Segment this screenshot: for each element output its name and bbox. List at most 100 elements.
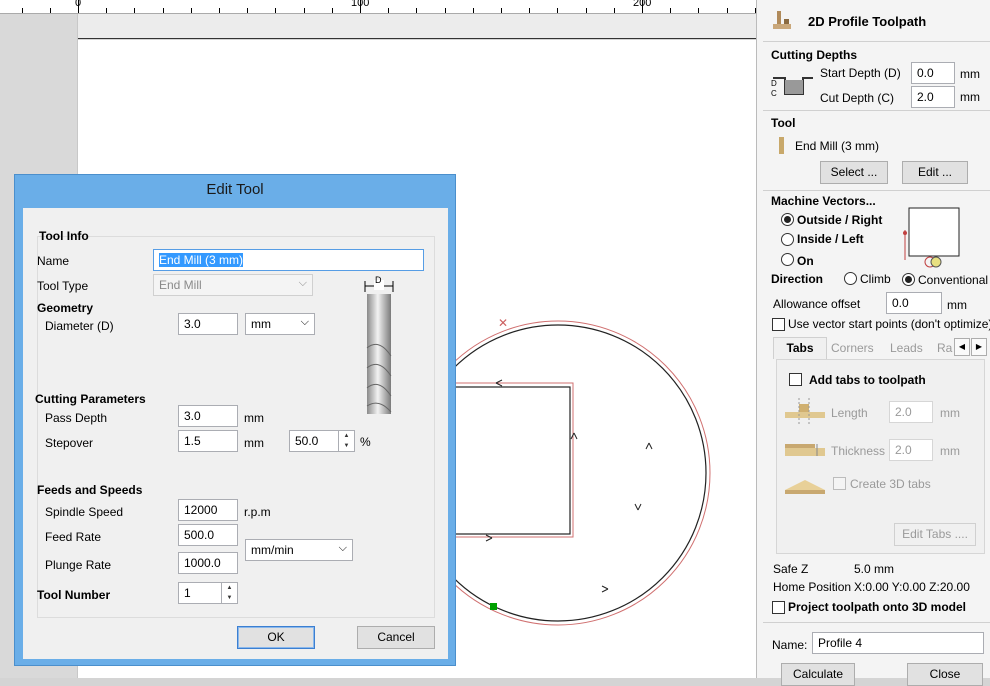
outside-right-label: Outside / Right — [797, 213, 883, 227]
plunge-rate-input[interactable]: 1000.0 — [178, 552, 238, 574]
divider — [763, 190, 990, 191]
climb-radio[interactable] — [844, 272, 857, 285]
tool-number-spinner[interactable]: ▲ ▼ — [221, 583, 237, 603]
chevron-down-icon: ⌵ — [300, 316, 309, 328]
cancel-button[interactable]: Cancel — [357, 626, 435, 649]
tool-number-input[interactable]: 1 ▲ ▼ — [178, 582, 238, 604]
project-toolpath-checkbox[interactable] — [772, 601, 785, 614]
pass-depth-input[interactable]: 3.0 — [178, 405, 238, 427]
ruler-tick — [529, 8, 530, 13]
tabs-tab-pane: Add tabs to toolpath Length 2.0 mm Thick… — [776, 359, 985, 554]
feed-rate-input[interactable]: 500.0 — [178, 524, 238, 546]
rate-units-select[interactable]: mm/min ⌵ — [245, 539, 353, 561]
ruler-tick — [22, 8, 23, 13]
add-tabs-label: Add tabs to toolpath — [809, 373, 926, 387]
cutting-depths-heading: Cutting Depths — [771, 48, 857, 62]
inside-left-radio[interactable] — [781, 233, 794, 246]
edit-tabs-button[interactable]: Edit Tabs .... — [894, 523, 976, 546]
svg-text:D: D — [771, 79, 777, 88]
ruler-tick — [106, 8, 107, 13]
divider — [763, 110, 990, 111]
cut-depth-units: mm — [960, 90, 980, 104]
ruler-tick — [191, 8, 192, 13]
horizontal-ruler: 0 100 200 — [0, 0, 756, 14]
end-mill-small-icon — [779, 137, 784, 154]
on-radio[interactable] — [781, 253, 794, 266]
start-point-marker — [490, 603, 497, 610]
tab-tabs[interactable]: Tabs — [773, 337, 827, 359]
inside-left-label: Inside / Left — [797, 232, 864, 246]
close-button[interactable]: Close — [907, 663, 983, 686]
feeds-speeds-heading: Feeds and Speeds — [37, 483, 143, 497]
cut-depth-input[interactable]: 2.0 — [911, 86, 955, 108]
home-position-label: Home Position — [773, 580, 852, 594]
machine-vectors-preview-icon — [902, 205, 962, 269]
ruler-tick — [275, 8, 276, 13]
use-vector-start-checkbox[interactable] — [772, 318, 785, 331]
diameter-units-select[interactable]: mm ⌵ — [245, 313, 315, 335]
tool-number-value: 1 — [184, 586, 191, 600]
toolpath-name-input[interactable]: Profile 4 — [812, 632, 984, 654]
chevron-left-icon[interactable]: ◀ — [954, 338, 970, 356]
current-tool-name: End Mill (3 mm) — [795, 139, 880, 153]
pass-depth-label: Pass Depth — [45, 411, 108, 425]
tab-ramps[interactable]: Ra — [937, 341, 952, 355]
dialog-title: Edit Tool — [206, 181, 264, 198]
ruler-tick — [501, 8, 502, 13]
thickness-label: Thickness — [831, 444, 886, 458]
canvas-top-margin — [78, 14, 756, 39]
conventional-label: Conventional — [918, 273, 989, 287]
cutting-depth-icon: DC — [771, 72, 815, 98]
edit-tool-button[interactable]: Edit ... — [902, 161, 968, 184]
ruler-tick — [614, 8, 615, 13]
chevron-right-icon[interactable]: ▶ — [971, 338, 987, 356]
divider — [763, 41, 990, 42]
create-3d-tabs-checkbox[interactable] — [833, 477, 846, 490]
ruler-label: 100 — [351, 0, 370, 9]
stepover-spinner[interactable]: ▲ ▼ — [338, 431, 354, 451]
tab-leads[interactable]: Leads — [890, 341, 923, 355]
tool-name-input[interactable]: End Mill (3 mm) — [153, 249, 424, 271]
tab-length-icon — [785, 396, 827, 426]
stepover-input[interactable]: 1.5 — [178, 430, 238, 452]
start-marker: ✕ — [498, 316, 508, 330]
diameter-input[interactable]: 3.0 — [178, 313, 238, 335]
allowance-offset-input[interactable]: 0.0 — [886, 292, 942, 314]
options-tabstrip: Tabs Corners Leads Ra ◀ ▶ — [773, 337, 987, 359]
percent-sign: % — [360, 435, 371, 449]
thickness-input[interactable]: 2.0 — [889, 439, 933, 461]
tool-type-label: Tool Type — [37, 279, 89, 293]
length-input[interactable]: 2.0 — [889, 401, 933, 423]
ruler-tick — [134, 8, 135, 13]
ruler-tick — [698, 8, 699, 13]
divider — [763, 622, 990, 623]
ruler-tick — [304, 8, 305, 13]
spindle-speed-input[interactable]: 12000 — [178, 499, 238, 521]
pass-depth-units: mm — [244, 411, 264, 425]
direction-label: Direction — [771, 272, 824, 286]
add-tabs-checkbox[interactable] — [789, 373, 802, 386]
ruler-label: 0 — [75, 0, 82, 9]
feed-rate-label: Feed Rate — [45, 530, 102, 544]
select-tool-button[interactable]: Select ... — [820, 161, 888, 184]
tab-thickness-icon — [785, 440, 827, 462]
ruler-label: 200 — [633, 0, 652, 9]
calculate-button[interactable]: Calculate — [781, 663, 855, 686]
name-label: Name — [37, 254, 70, 268]
tool-type-select[interactable]: End Mill ⌵ — [153, 274, 313, 296]
outside-right-radio[interactable] — [781, 213, 794, 226]
tab-corners[interactable]: Corners — [831, 341, 874, 355]
length-label: Length — [831, 406, 868, 420]
ruler-tick — [670, 8, 671, 13]
ok-button[interactable]: OK — [237, 626, 315, 649]
rate-units-value: mm/min — [251, 543, 294, 557]
toolpath-name-label: Name: — [772, 638, 808, 652]
conventional-radio[interactable] — [902, 273, 915, 286]
create-3d-tabs-label: Create 3D tabs — [850, 477, 931, 491]
tool-heading: Tool — [771, 116, 796, 130]
stepover-percent-input[interactable]: 50.0 ▲ ▼ — [289, 430, 355, 452]
stepover-percent-value: 50.0 — [295, 434, 319, 448]
start-depth-input[interactable]: 0.0 — [911, 62, 955, 84]
ruler-tick — [727, 8, 728, 13]
climb-label: Climb — [860, 272, 891, 286]
